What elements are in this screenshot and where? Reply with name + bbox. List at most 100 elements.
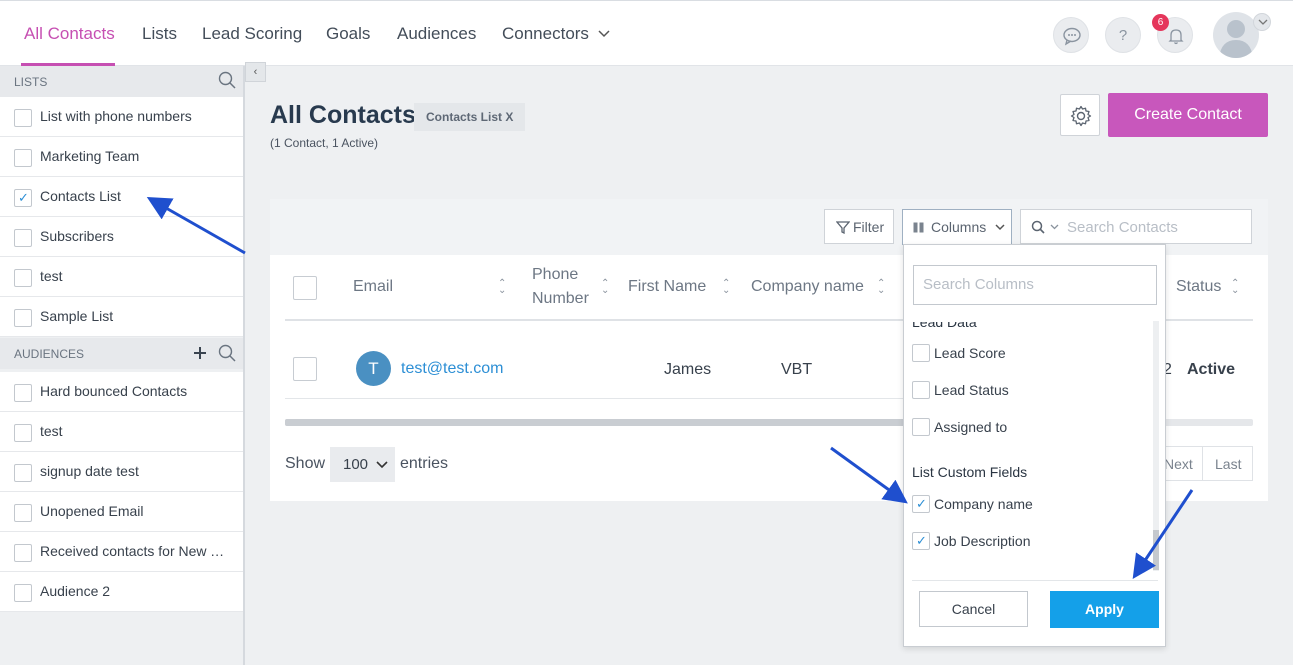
column-option-assigned-to[interactable]: Assigned to — [912, 416, 1142, 440]
audience-checkbox[interactable] — [14, 424, 32, 442]
sidebar-item-label: Marketing Team — [40, 148, 140, 164]
audience-checkbox[interactable] — [14, 464, 32, 482]
sort-icon[interactable]: ⌃ ⌄ — [877, 279, 885, 296]
contact-email-link[interactable]: test@test.com — [401, 360, 504, 378]
column-checkbox[interactable]: ✓ — [912, 495, 930, 513]
filter-button[interactable]: Filter — [824, 209, 894, 244]
page-title: All Contacts — [270, 101, 416, 129]
filter-label: Filter — [853, 219, 885, 235]
search-columns-input[interactable]: Search Columns — [913, 265, 1157, 305]
column-header-first-name[interactable]: First Name — [628, 278, 706, 296]
collapse-sidebar-button[interactable]: ‹ — [245, 62, 266, 82]
sidebar-item-list[interactable]: List with phone numbers — [0, 97, 243, 137]
sidebar-item-list[interactable]: Subscribers — [0, 217, 243, 257]
row-checkbox[interactable] — [293, 357, 317, 381]
account-menu-toggle[interactable] — [1253, 13, 1271, 31]
list-checkbox[interactable] — [14, 109, 32, 127]
tab-connectors[interactable]: Connectors — [502, 24, 589, 44]
dropdown-footer-divider — [912, 580, 1158, 581]
sidebar-item-label: Unopened Email — [40, 503, 144, 519]
sort-icon[interactable]: ⌃ ⌄ — [498, 279, 506, 296]
apply-button[interactable]: Apply — [1050, 591, 1159, 628]
page-size-select[interactable]: 100 — [330, 447, 395, 482]
list-checkbox[interactable] — [14, 309, 32, 327]
sort-icon[interactable]: ⌃ ⌄ — [722, 279, 730, 296]
lists-header-label: LISTS — [14, 75, 48, 89]
column-header-company[interactable]: Company name — [751, 278, 864, 296]
column-checkbox[interactable]: ✓ — [912, 532, 930, 550]
column-option-lead-status[interactable]: Lead Status — [912, 379, 1142, 403]
active-list-filter-tag[interactable]: Contacts List X — [414, 103, 526, 131]
scrollbar-thumb[interactable] — [1153, 530, 1159, 570]
sort-icon[interactable]: ⌃ ⌄ — [601, 279, 609, 296]
sidebar-item-list[interactable]: Sample List — [0, 297, 243, 337]
contact-count-summary: (1 Contact, 1 Active) — [270, 136, 379, 150]
sidebar-item-audience[interactable]: test — [0, 412, 243, 452]
column-option-job-description[interactable]: ✓ Job Description — [912, 530, 1142, 554]
search-contacts-input[interactable]: Search Contacts — [1020, 209, 1252, 244]
column-option-label: Job Description — [934, 533, 1031, 549]
help-button[interactable]: ? — [1105, 17, 1141, 53]
column-header-email[interactable]: Email — [353, 278, 393, 296]
tab-audiences[interactable]: Audiences — [397, 24, 476, 44]
search-icon[interactable] — [218, 344, 236, 362]
sidebar-item-audience[interactable]: Unopened Email — [0, 492, 243, 532]
columns-icon — [913, 222, 924, 233]
sidebar-item-audience[interactable]: Hard bounced Contacts — [0, 372, 243, 412]
sidebar-item-label: signup date test — [40, 463, 139, 479]
gear-icon — [1070, 105, 1092, 127]
sidebar: LISTS List with phone numbers Marketing … — [0, 66, 245, 665]
chevron-down-icon — [1258, 19, 1268, 25]
sidebar-item-audience[interactable]: signup date test — [0, 452, 243, 492]
sidebar-item-label: test — [40, 268, 63, 284]
audience-checkbox[interactable] — [14, 384, 32, 402]
list-checkbox[interactable] — [14, 149, 32, 167]
user-avatar[interactable] — [1213, 12, 1259, 58]
sidebar-item-list[interactable]: test — [0, 257, 243, 297]
cell-status: Active — [1187, 361, 1236, 378]
entries-label: entries — [400, 455, 449, 472]
search-icon — [1031, 220, 1059, 234]
chat-button[interactable] — [1053, 17, 1089, 53]
next-label: Next — [1164, 456, 1193, 472]
bell-icon — [1168, 29, 1184, 45]
sidebar-item-audience[interactable]: Audience 2 — [0, 572, 243, 612]
cell-first-name: James — [664, 361, 712, 378]
audience-checkbox[interactable] — [14, 544, 32, 562]
select-all-checkbox[interactable] — [293, 276, 317, 300]
columns-label: Columns — [931, 219, 987, 235]
settings-button[interactable] — [1060, 94, 1100, 136]
column-checkbox[interactable] — [912, 418, 930, 436]
columns-list[interactable]: Lead Data Lead Score Lead Status Assigne… — [904, 322, 1152, 580]
columns-list-scrollbar[interactable] — [1153, 321, 1159, 571]
plus-icon[interactable] — [193, 346, 207, 360]
audience-checkbox[interactable] — [14, 584, 32, 602]
sidebar-item-list[interactable]: Marketing Team — [0, 137, 243, 177]
column-option-lead-score[interactable]: Lead Score — [912, 342, 1142, 366]
list-checkbox[interactable] — [14, 229, 32, 247]
column-header-status[interactable]: Status — [1176, 278, 1221, 296]
row-divider — [285, 398, 905, 399]
audience-checkbox[interactable] — [14, 504, 32, 522]
chevron-down-icon[interactable] — [598, 30, 610, 38]
column-header-phone[interactable]: Phone — [532, 266, 578, 284]
columns-button[interactable]: Columns — [902, 209, 1012, 245]
column-checkbox[interactable] — [912, 344, 930, 362]
column-checkbox[interactable] — [912, 381, 930, 399]
sidebar-item-label: Received contacts for New Year — [40, 543, 230, 559]
create-contact-button[interactable]: Create Contact — [1108, 93, 1268, 137]
sort-icon[interactable]: ⌃ ⌄ — [1231, 279, 1239, 296]
tab-all-contacts[interactable]: All Contacts — [24, 24, 115, 44]
last-page-button[interactable]: Last — [1202, 446, 1253, 481]
list-checkbox[interactable]: ✓ — [14, 189, 32, 207]
sidebar-item-list[interactable]: ✓ Contacts List — [0, 177, 243, 217]
search-icon[interactable] — [218, 71, 236, 89]
tab-lists[interactable]: Lists — [142, 24, 177, 44]
sidebar-item-audience[interactable]: Received contacts for New Year — [0, 532, 243, 572]
list-checkbox[interactable] — [14, 269, 32, 287]
cancel-button[interactable]: Cancel — [919, 591, 1028, 627]
column-option-company-name[interactable]: ✓ Company name — [912, 493, 1142, 517]
scrollbar-thumb[interactable] — [285, 419, 905, 426]
tab-goals[interactable]: Goals — [326, 24, 370, 44]
tab-lead-scoring[interactable]: Lead Scoring — [202, 24, 302, 44]
